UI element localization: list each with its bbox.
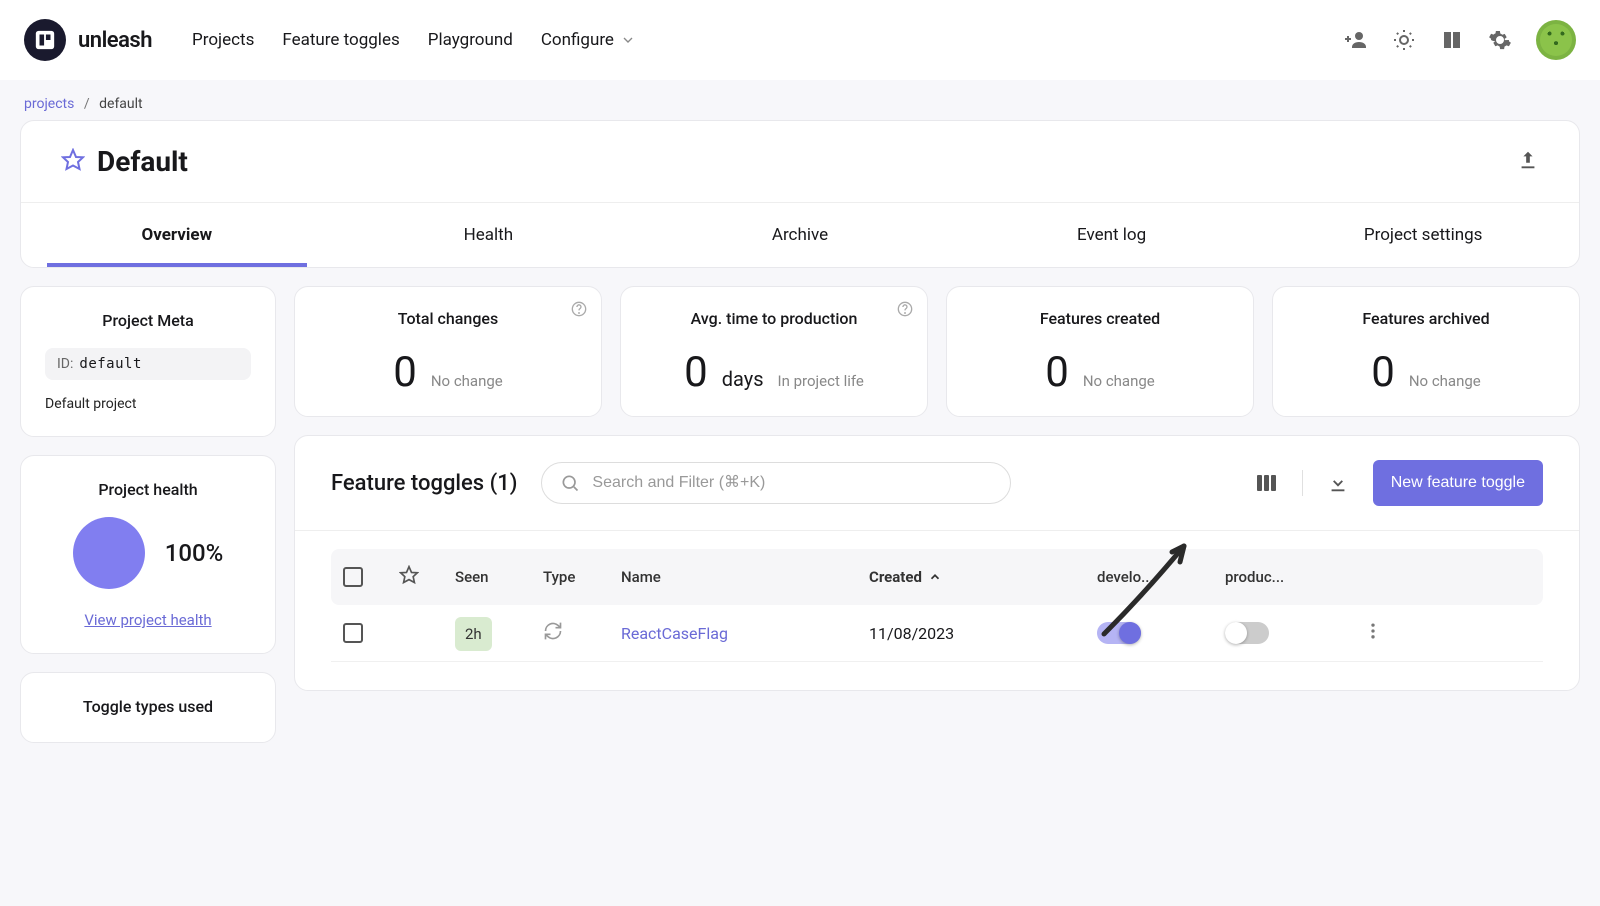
toggles-title: Feature toggles (1) (331, 471, 517, 496)
meta-title: Project Meta (45, 311, 251, 330)
stat-total-changes: Total changes 0No change (294, 286, 602, 417)
stat-features-archived: Features archived 0No change (1272, 286, 1580, 417)
toggle-types-title: Toggle types used (45, 697, 251, 716)
favorite-star-icon[interactable] (61, 148, 85, 176)
project-id-chip: ID: default (45, 348, 251, 380)
favorite-column-icon[interactable] (399, 565, 419, 585)
new-feature-toggle-button[interactable]: New feature toggle (1373, 460, 1543, 506)
search-icon (560, 473, 580, 493)
row-menu-icon[interactable] (1343, 621, 1403, 645)
seen-chip: 2h (455, 617, 492, 651)
help-icon[interactable] (897, 301, 913, 321)
sort-asc-icon (928, 570, 942, 584)
table-row: 2h ReactCaseFlag 11/08/2023 (331, 605, 1543, 662)
col-created[interactable]: Created (869, 568, 1089, 586)
health-indicator (73, 517, 145, 589)
nav-feature-toggles[interactable]: Feature toggles (282, 30, 399, 50)
toggle-types-card: Toggle types used (20, 672, 276, 743)
breadcrumb-current: default (99, 96, 143, 112)
tab-event-log[interactable]: Event log (956, 203, 1268, 267)
stat-avg-time: Avg. time to production 0daysIn project … (620, 286, 928, 417)
col-name[interactable]: Name (621, 568, 861, 586)
type-icon (543, 621, 613, 645)
tab-overview[interactable]: Overview (21, 203, 333, 267)
dev-toggle-switch[interactable] (1097, 622, 1141, 644)
columns-icon[interactable] (1250, 467, 1282, 499)
nav-playground[interactable]: Playground (428, 30, 513, 50)
select-all-checkbox[interactable] (343, 567, 363, 587)
view-health-link[interactable]: View project health (45, 611, 251, 629)
search-input-wrap[interactable] (541, 462, 1011, 504)
col-development[interactable]: develo... (1097, 568, 1217, 586)
brand-logo[interactable]: unleash (24, 19, 152, 61)
tab-health[interactable]: Health (333, 203, 645, 267)
col-seen[interactable]: Seen (455, 568, 535, 586)
table-header: Seen Type Name Created develo... produc.… (331, 549, 1543, 605)
chevron-down-icon (620, 32, 636, 48)
upload-icon[interactable] (1517, 149, 1539, 175)
col-type[interactable]: Type (543, 568, 613, 586)
search-input[interactable] (592, 474, 992, 492)
feature-name-link[interactable]: ReactCaseFlag (621, 624, 728, 643)
help-icon[interactable] (571, 301, 587, 321)
nav-projects[interactable]: Projects (192, 30, 254, 50)
tab-project-settings[interactable]: Project settings (1267, 203, 1579, 267)
add-user-icon[interactable] (1344, 28, 1368, 52)
download-icon[interactable] (1323, 468, 1353, 498)
col-production[interactable]: produc... (1225, 568, 1335, 586)
health-title: Project health (45, 480, 251, 499)
user-avatar[interactable] (1536, 20, 1576, 60)
breadcrumb-projects[interactable]: projects (24, 96, 74, 112)
prod-toggle-switch[interactable] (1225, 622, 1269, 644)
project-description: Default project (45, 396, 251, 412)
health-percent: 100% (165, 539, 224, 567)
created-date: 11/08/2023 (869, 624, 1089, 643)
stat-features-created: Features created 0No change (946, 286, 1254, 417)
project-title: Default (97, 145, 188, 178)
nav-configure[interactable]: Configure (541, 30, 636, 50)
project-meta-card: Project Meta ID: default Default project (20, 286, 276, 437)
docs-icon[interactable] (1440, 28, 1464, 52)
breadcrumb: projects / default (0, 80, 1600, 120)
project-health-card: Project health 100% View project health (20, 455, 276, 654)
tab-archive[interactable]: Archive (644, 203, 956, 267)
row-checkbox[interactable] (343, 623, 363, 643)
logo-icon (24, 19, 66, 61)
theme-toggle-icon[interactable] (1392, 28, 1416, 52)
brand-text: unleash (78, 28, 152, 53)
settings-icon[interactable] (1488, 28, 1512, 52)
